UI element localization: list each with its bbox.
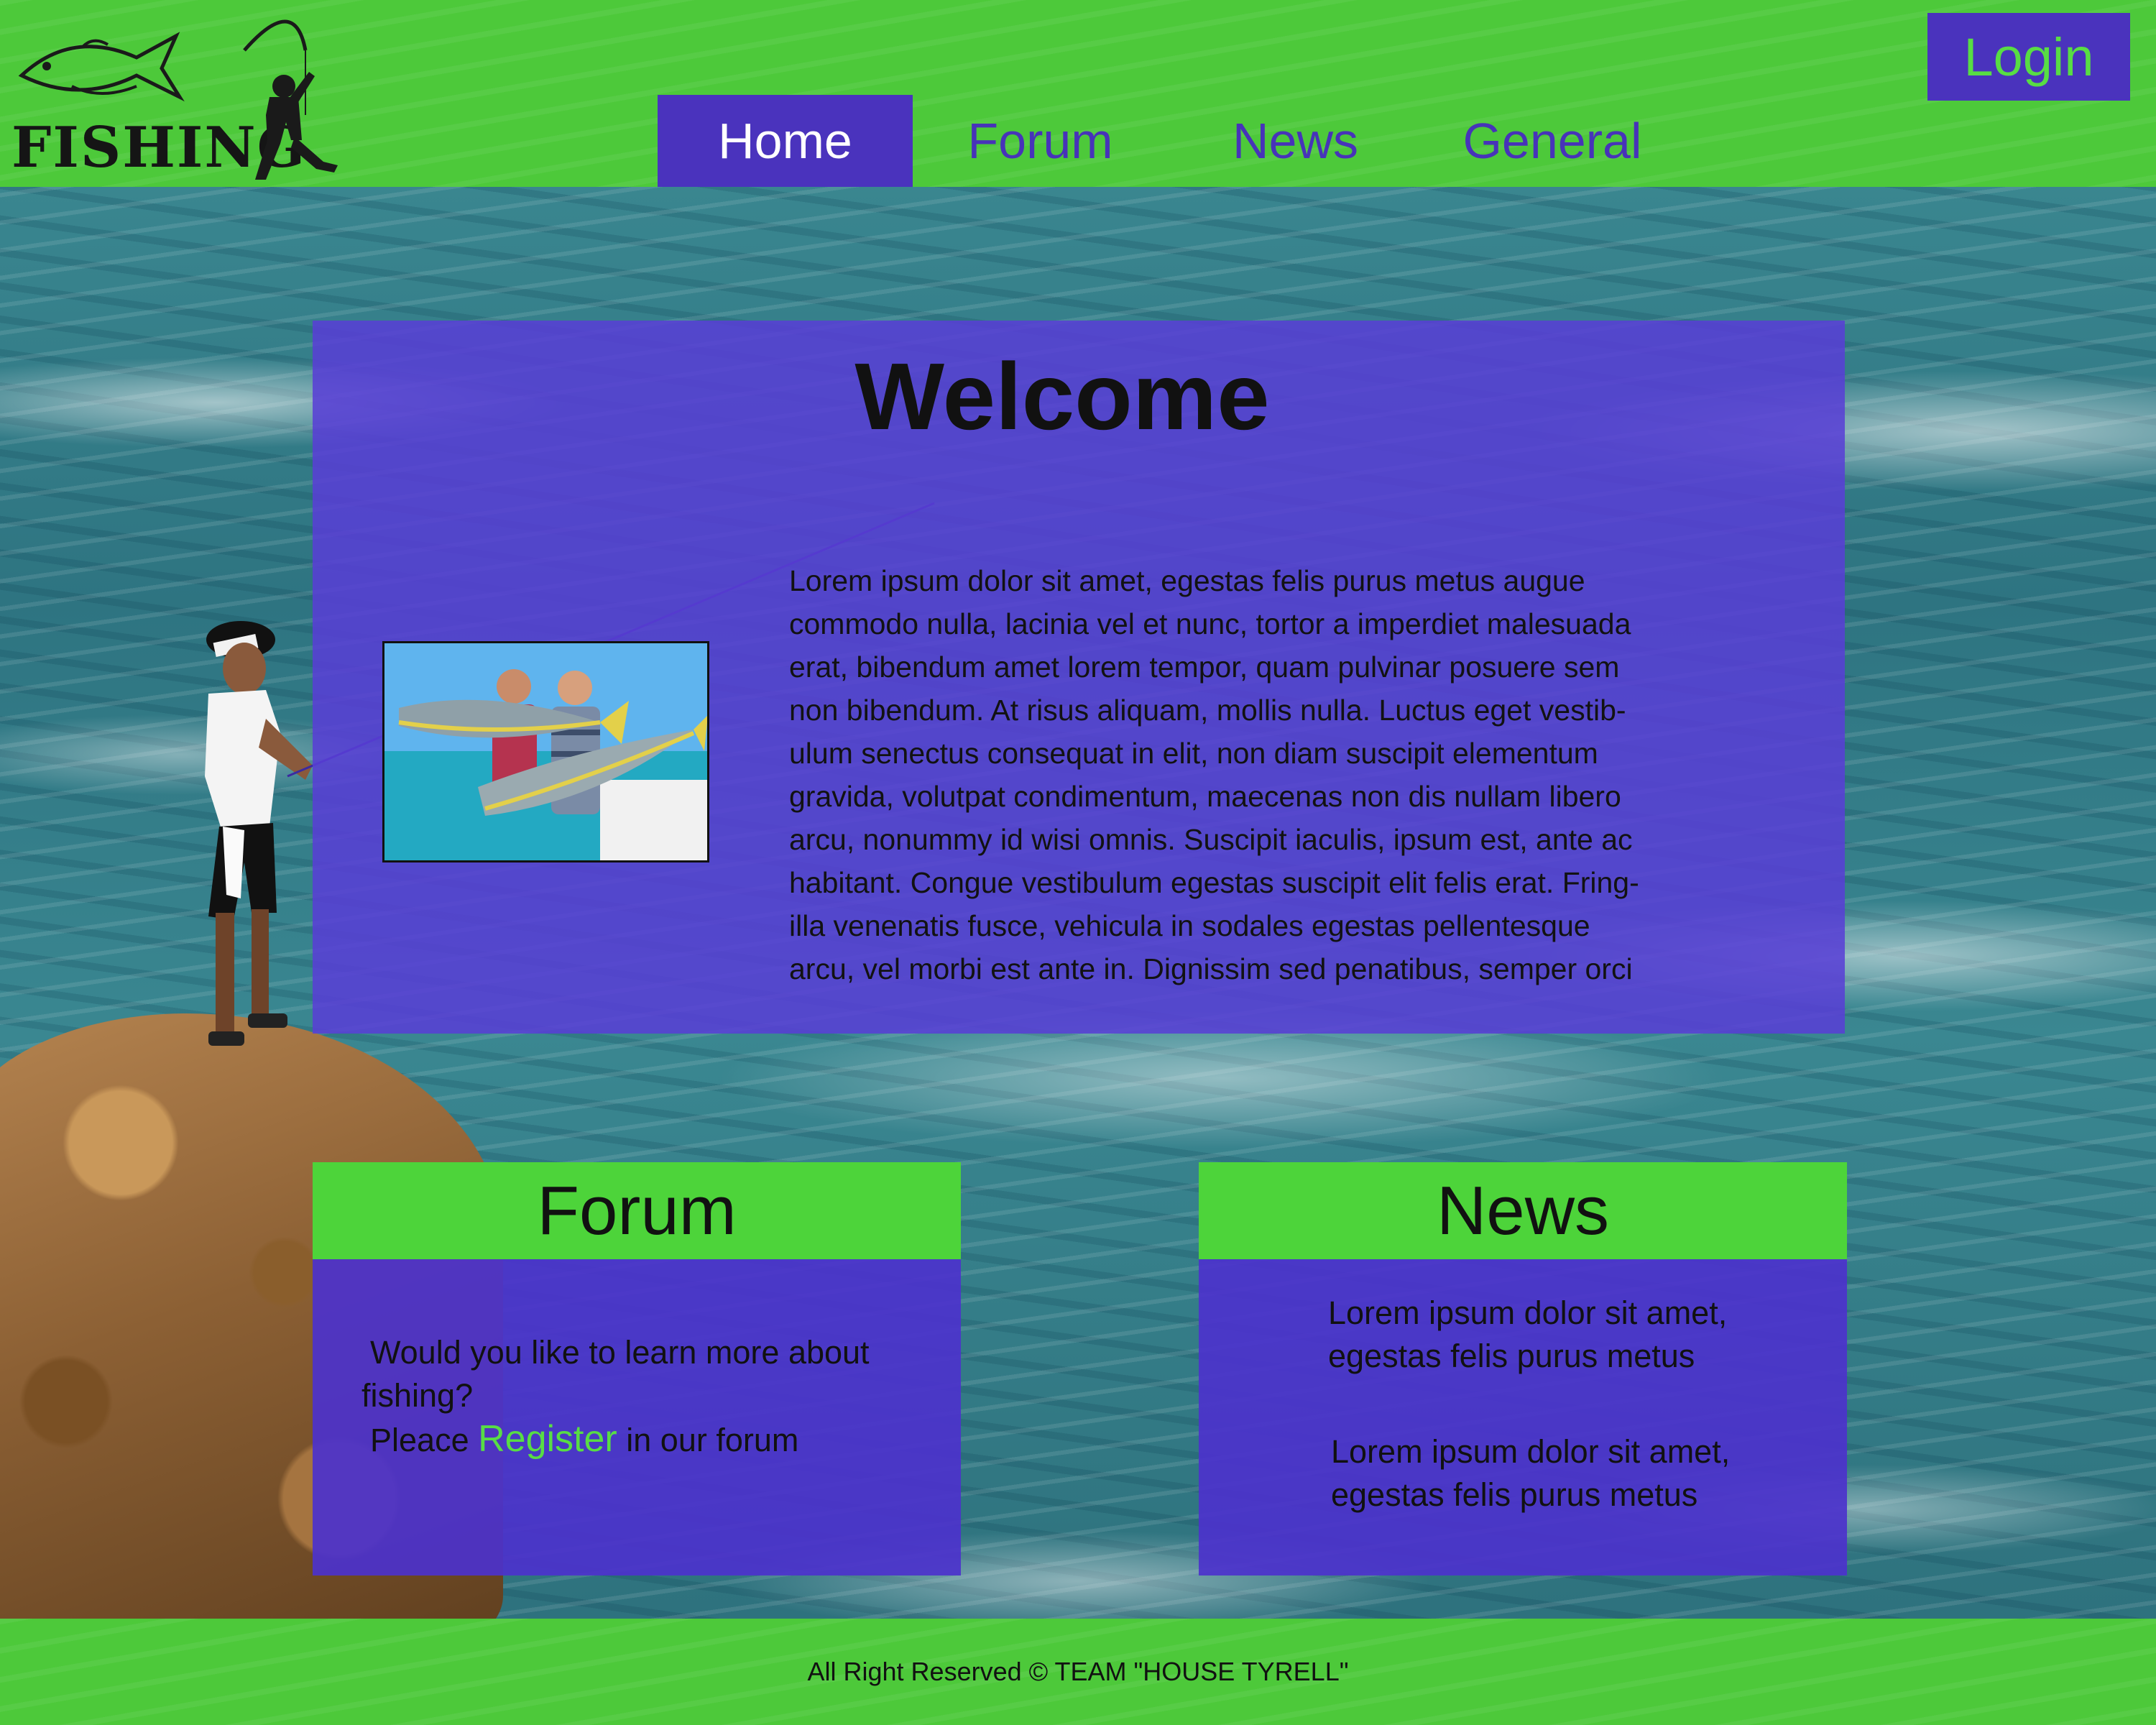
news-item-line: Lorem ipsum dolor sit amet,: [1328, 1294, 1728, 1331]
forum-card: Forum Would you like to learn more about…: [313, 1162, 961, 1576]
register-suffix: in our forum: [626, 1422, 799, 1458]
welcome-body: Lorem ipsum dolor sit amet, egestas feli…: [789, 559, 1781, 990]
nav-forum[interactable]: Forum: [913, 95, 1168, 187]
welcome-title: Welcome: [307, 342, 1839, 451]
fisherman-image: [205, 621, 313, 1046]
welcome-line: non bibendum. At risus aliquam, mollis n…: [789, 694, 1626, 727]
welcome-line: arcu, nonummy id wisi omnis. Suscipit ia…: [789, 823, 1633, 856]
nav-general[interactable]: General: [1423, 95, 1682, 187]
register-link[interactable]: Register: [478, 1418, 617, 1460]
forum-card-text: Would you like to learn more about fishi…: [361, 1331, 936, 1462]
news-card-body: Lorem ipsum dolor sit amet, egestas feli…: [1199, 1259, 1847, 1576]
welcome-panel: Welcome Lorem ipsum dolor sit amet, eges…: [313, 321, 1845, 1034]
fishermen-photo-art: [384, 643, 707, 860]
register-prefix: Pleace: [370, 1422, 469, 1458]
angler-logo-icon: [243, 19, 338, 180]
welcome-line: habitant. Congue vestibulum egestas susc…: [789, 866, 1639, 899]
forum-question: Would you like to learn more about: [370, 1334, 870, 1371]
fishermen-photo: [382, 641, 709, 862]
news-item-line: Lorem ipsum dolor sit amet,: [1331, 1433, 1731, 1470]
news-item-line: egestas felis purus metus: [1328, 1338, 1695, 1374]
forum-register-line: Pleace Register in our forum: [361, 1417, 936, 1462]
welcome-line: arcu, vel morbi est ante in. Dignissim s…: [789, 952, 1633, 985]
news-card-title[interactable]: News: [1199, 1162, 1847, 1259]
welcome-line: illa venenatis fusce, vehicula in sodale…: [789, 909, 1590, 942]
footer-copyright: All Right Reserved © TEAM "HOUSE TYRELL": [807, 1657, 1349, 1686]
forum-card-body: Would you like to learn more about fishi…: [313, 1259, 961, 1576]
news-item[interactable]: Lorem ipsum dolor sit amet, egestas feli…: [1328, 1292, 1824, 1378]
header-bar: FISHING Home Forum News General Login: [0, 0, 2156, 187]
footer-bar: All Right Reserved © TEAM "HOUSE TYRELL": [0, 1619, 2156, 1725]
main-nav: Home Forum News General: [658, 95, 1682, 187]
news-item-line: egestas felis purus metus: [1331, 1476, 1698, 1513]
welcome-line: Lorem ipsum dolor sit amet, egestas feli…: [789, 564, 1585, 597]
welcome-line: ulum senectus consequat in elit, non dia…: [789, 737, 1598, 770]
welcome-title-text: Welcome: [854, 344, 1270, 449]
login-button[interactable]: Login: [1927, 13, 2130, 101]
forum-card-title[interactable]: Forum: [313, 1162, 961, 1259]
nav-home[interactable]: Home: [658, 95, 913, 187]
welcome-line: erat, bibendum amet lorem tempor, quam p…: [789, 650, 1620, 684]
fish-logo-icon: [18, 32, 185, 102]
news-item[interactable]: Lorem ipsum dolor sit amet, egestas feli…: [1331, 1430, 1827, 1517]
forum-question-cont: fishing?: [361, 1377, 474, 1414]
news-card: News Lorem ipsum dolor sit amet, egestas…: [1199, 1162, 1847, 1576]
welcome-line: commodo nulla, lacinia vel et nunc, tort…: [789, 607, 1631, 640]
nav-news[interactable]: News: [1168, 95, 1423, 187]
welcome-line: gravida, volutpat condimentum, maecenas …: [789, 780, 1621, 813]
